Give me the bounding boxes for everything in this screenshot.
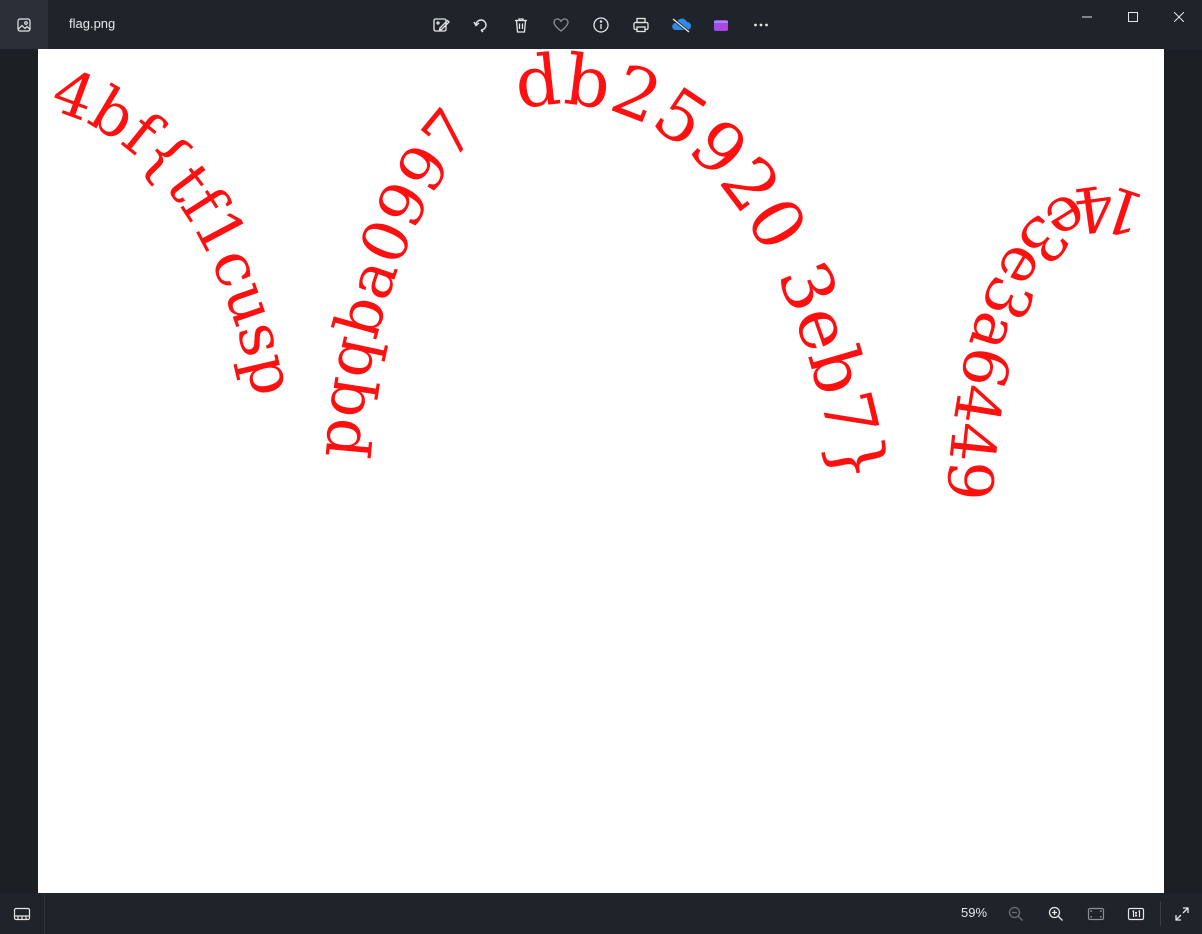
rotate-icon <box>473 19 487 33</box>
zoom-out-button[interactable] <box>996 893 1036 934</box>
status-divider <box>1160 901 1161 926</box>
filmstrip-icon <box>13 907 31 920</box>
clipchamp-button[interactable] <box>701 5 741 45</box>
file-name: flag.png <box>69 16 116 31</box>
maximize-icon <box>1128 12 1138 22</box>
zoom-in-icon <box>1048 906 1063 921</box>
window-controls <box>1064 0 1202 34</box>
favorite-heart-icon <box>553 18 569 32</box>
print-button[interactable] <box>621 5 661 45</box>
fullscreen-button[interactable] <box>1162 893 1202 934</box>
rotate-button[interactable] <box>461 5 501 45</box>
actual-size-icon <box>1127 907 1145 920</box>
zoom-out-icon <box>1008 906 1023 921</box>
flag-text-segment: 14e3e3a6449 <box>932 170 1153 503</box>
delete-button[interactable] <box>501 5 541 45</box>
maximize-button[interactable] <box>1110 0 1156 34</box>
photos-app-icon[interactable] <box>0 0 48 49</box>
zoom-level: 59% <box>960 905 988 920</box>
edit-image-button[interactable] <box>421 5 461 45</box>
close-button[interactable] <box>1156 0 1202 34</box>
close-icon <box>1174 12 1184 22</box>
more-options-button[interactable] <box>741 5 781 45</box>
actual-size-button[interactable] <box>1116 893 1156 934</box>
fit-to-window-button[interactable] <box>1076 893 1116 934</box>
edit-image-icon <box>433 18 450 32</box>
clipchamp-video-icon <box>714 20 728 31</box>
delete-icon <box>515 18 527 33</box>
print-icon <box>633 17 649 33</box>
flag-text-segment: 4bf{tf1cusp <box>43 54 311 402</box>
flag-text-segment: db25920 3eb7} <box>511 49 903 489</box>
fullscreen-expand-icon <box>1175 906 1189 921</box>
filmstrip-button[interactable] <box>0 893 45 934</box>
status-bar: 59% <box>0 893 1202 934</box>
minimize-icon <box>1082 16 1092 18</box>
image-toolbar <box>421 5 781 45</box>
fit-to-window-icon <box>1087 907 1105 920</box>
displayed-image: 4bf{tf1cusp pqqba0997 db25920 3eb7} 14e3… <box>38 49 1164 893</box>
title-bar: flag.png <box>0 0 1202 49</box>
minimize-button[interactable] <box>1064 0 1110 34</box>
info-icon <box>593 17 609 33</box>
more-options-icon <box>754 23 768 27</box>
info-button[interactable] <box>581 5 621 45</box>
onedrive-sync-off-icon <box>672 17 691 34</box>
favorite-button[interactable] <box>541 5 581 45</box>
flag-text-segment: pqqba0997 <box>300 95 489 460</box>
zoom-in-button[interactable] <box>1036 893 1076 934</box>
onedrive-button[interactable] <box>661 5 701 45</box>
